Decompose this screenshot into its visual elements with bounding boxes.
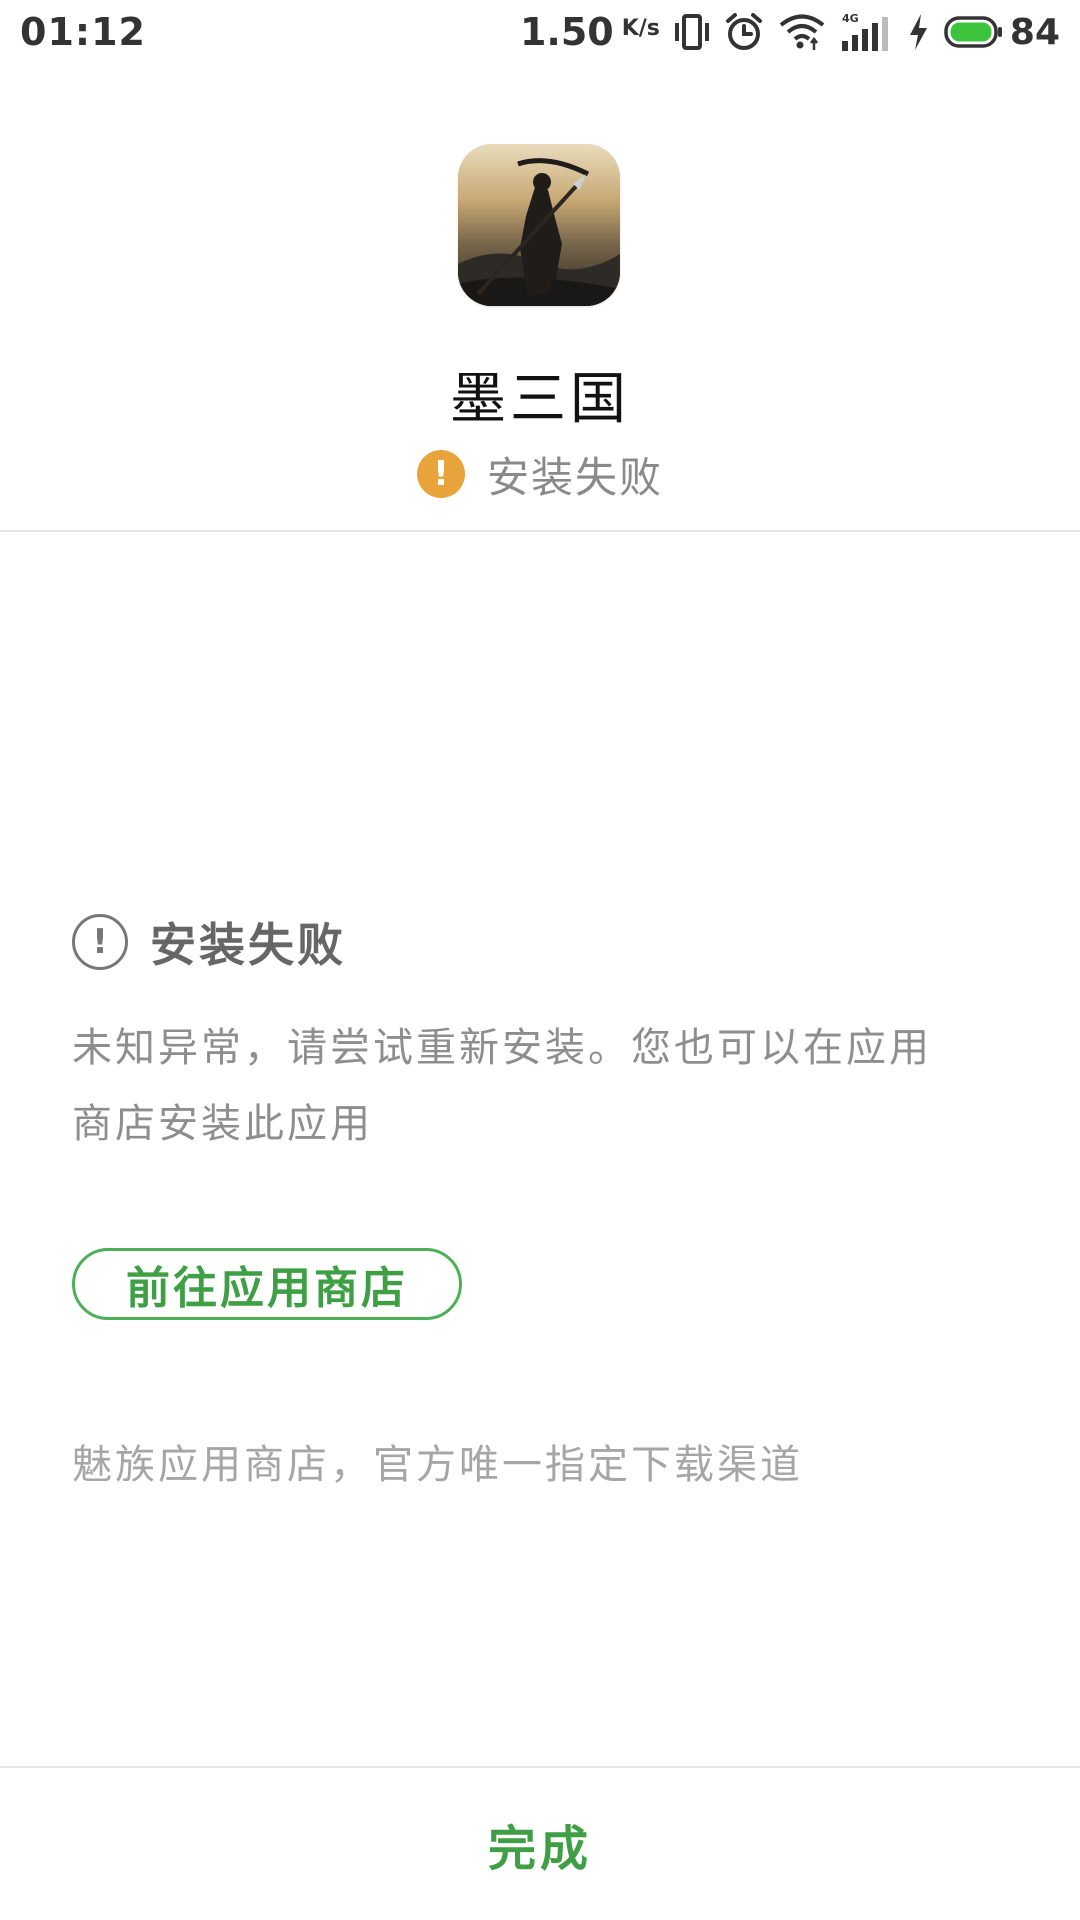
install-status-text: 安装失败 xyxy=(486,452,663,502)
done-button[interactable]: 完成 xyxy=(488,1809,592,1879)
failure-description-line-1: 未知异常，请尝试重新安装。您也可以在应用 xyxy=(72,1025,932,1071)
failure-title: 安装失败 xyxy=(150,918,346,972)
failure-description-line-2: 商店安装此应用 xyxy=(72,1101,373,1147)
app-header: 墨三国 ! 安装失败 xyxy=(0,64,1080,532)
vibrate-icon xyxy=(674,12,710,52)
status-bar: 01:12 1.50 K/s 4G 84 xyxy=(0,0,1080,64)
alarm-icon xyxy=(724,12,764,52)
install-result-screen: 01:12 1.50 K/s 4G 84 墨三国 ! 安装失败 ! 安装失败 未… xyxy=(0,0,1080,1920)
signal-4g-icon: 4G xyxy=(840,11,892,53)
wifi-icon xyxy=(778,12,826,52)
network-speed-unit: K/s xyxy=(621,16,660,41)
battery: 84 xyxy=(944,12,1060,53)
install-status: ! 安装失败 xyxy=(0,444,1080,504)
warning-icon: ! xyxy=(416,450,465,498)
network-speed: 1.50 K/s xyxy=(520,10,660,54)
footer-bar: 完成 xyxy=(0,1766,1080,1920)
go-to-app-store-button[interactable]: 前往应用商店 xyxy=(72,1248,462,1320)
clock: 01:12 xyxy=(20,10,146,54)
failure-description: 未知异常，请尝试重新安装。您也可以在应用 商店安装此应用 xyxy=(72,1010,1012,1162)
failure-heading: ! 安装失败 xyxy=(72,912,346,972)
network-speed-value: 1.50 xyxy=(519,10,614,54)
battery-icon xyxy=(944,15,1004,49)
app-icon xyxy=(458,144,620,306)
battery-percent: 84 xyxy=(1009,11,1060,53)
status-icons: 1.50 K/s 4G 84 xyxy=(520,10,1060,54)
official-channel-note: 魅族应用商店，官方唯一指定下载渠道 xyxy=(72,1442,803,1488)
alert-circle-icon: ! xyxy=(72,914,128,970)
charging-icon xyxy=(906,12,930,52)
app-name: 墨三国 xyxy=(450,367,630,432)
network-type-label: 4G xyxy=(842,12,859,25)
